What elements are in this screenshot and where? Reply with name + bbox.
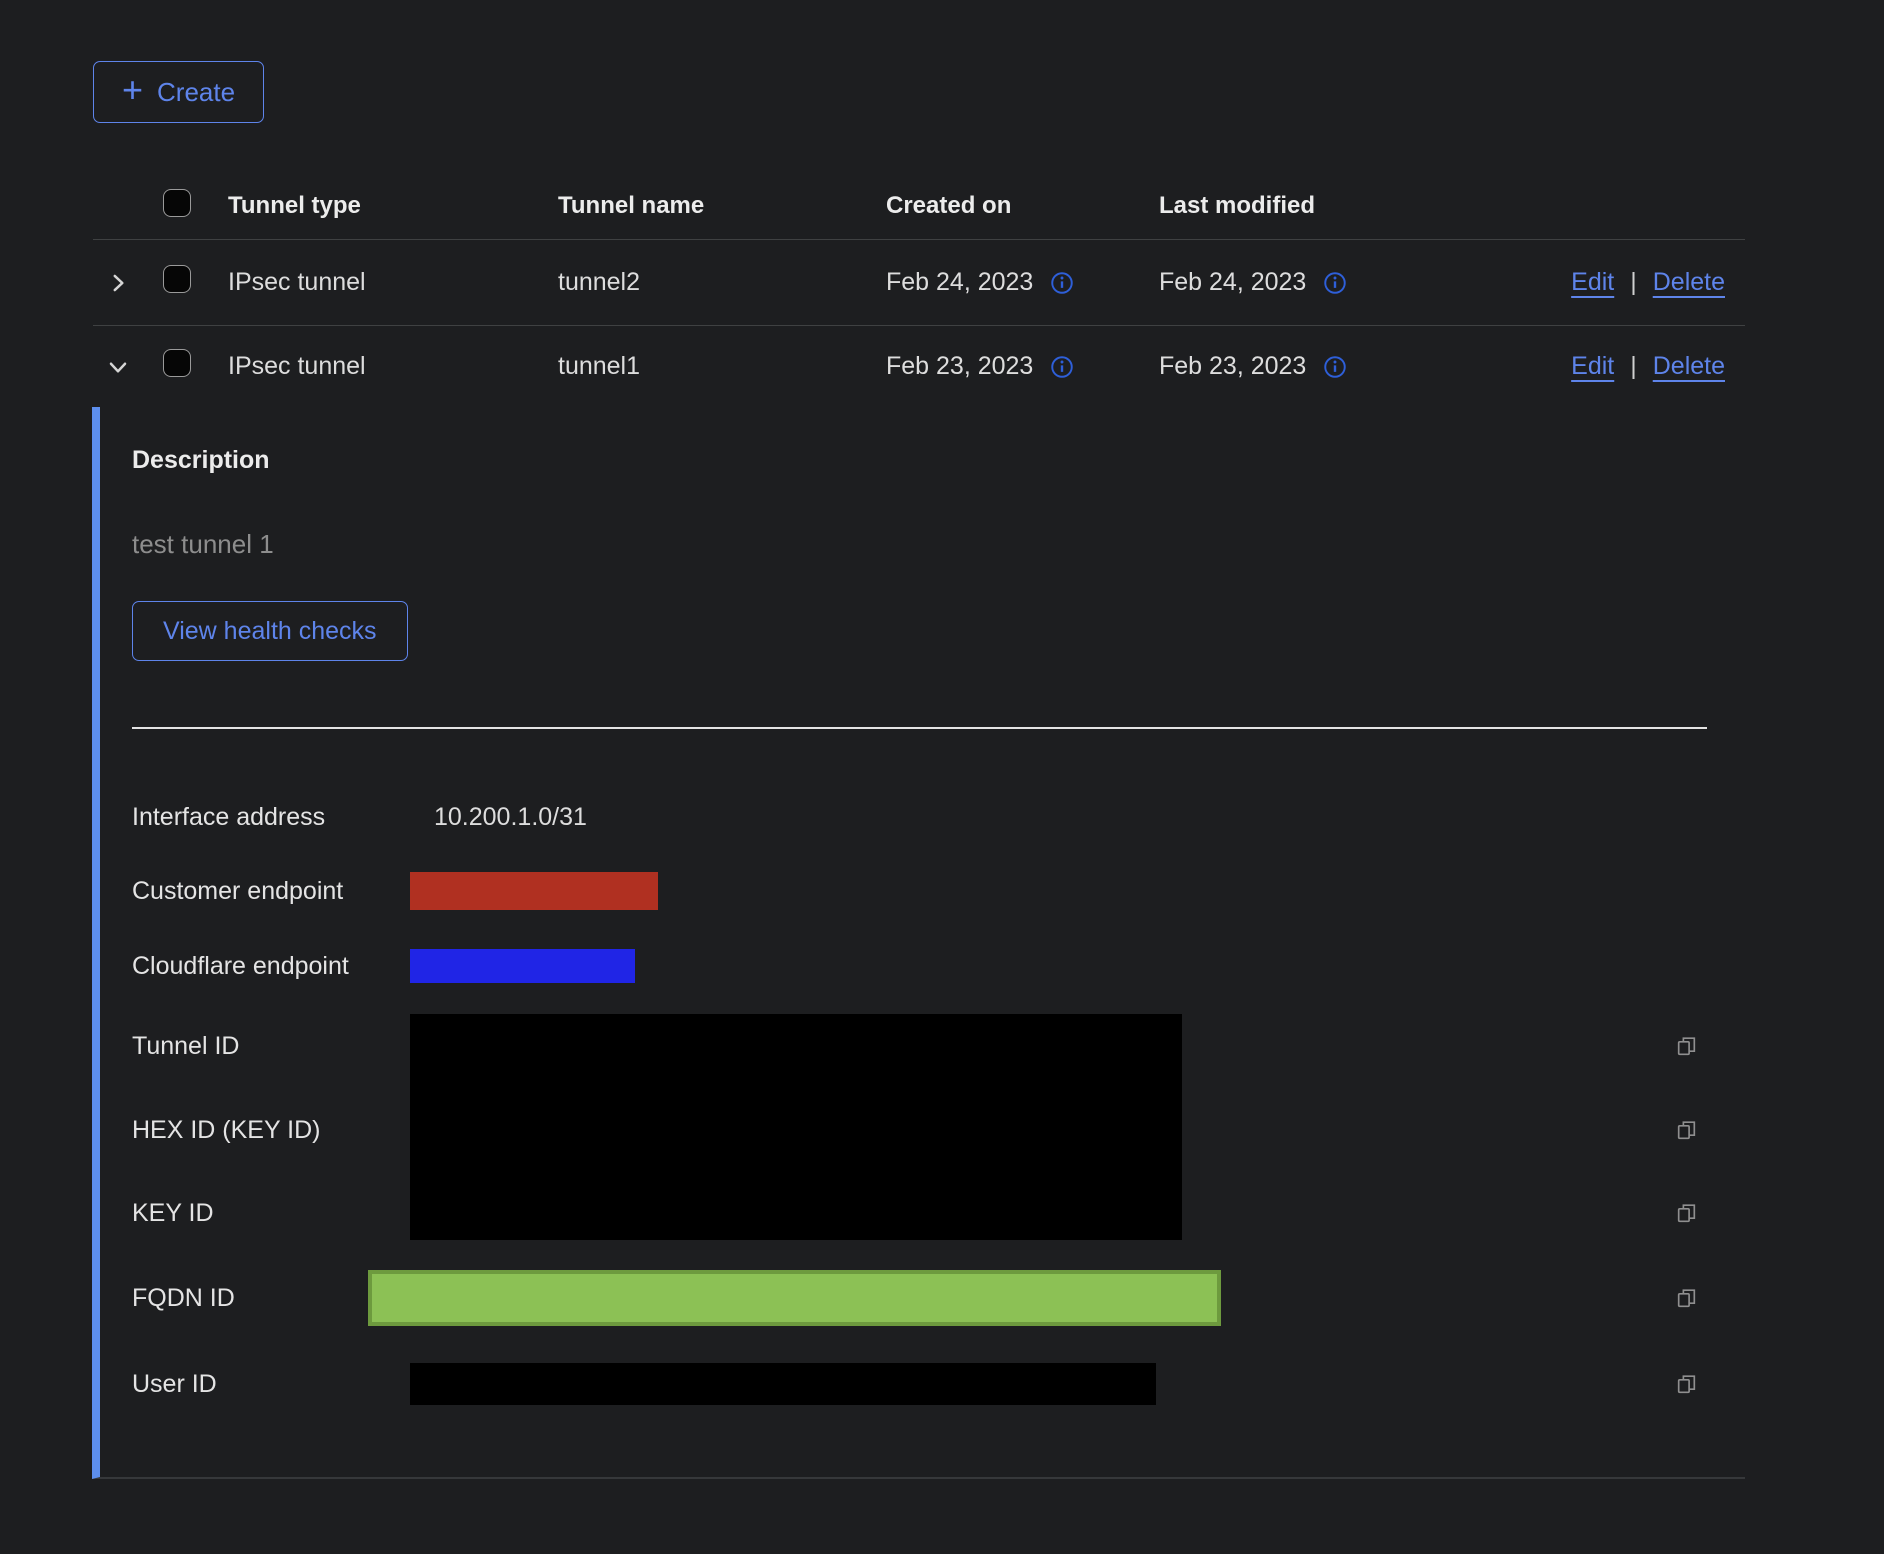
detail-row-customer-endpoint: Customer endpoint (132, 854, 1713, 928)
copy-icon (1674, 1118, 1699, 1143)
field-label: Cloudflare endpoint (132, 952, 410, 981)
created-on-cell: Feb 24, 2023 (886, 268, 1159, 297)
tunnel-name-cell: tunnel2 (558, 268, 886, 297)
create-button-label: Create (157, 77, 235, 108)
plus-icon: + (122, 72, 143, 108)
actions-separator: | (1630, 352, 1637, 381)
last-modified-value: Feb 24, 2023 (1159, 268, 1306, 297)
row-expand-cell (93, 354, 143, 380)
select-all-checkbox[interactable] (163, 189, 191, 217)
detail-row-cloudflare-endpoint: Cloudflare endpoint (132, 928, 1713, 1004)
row-actions: Edit | Delete (1571, 352, 1745, 381)
copy-icon (1674, 1372, 1699, 1397)
tunnel-detail-fields: Interface address 10.200.1.0/31 Customer… (132, 780, 1713, 1426)
copy-button[interactable] (1674, 1372, 1699, 1397)
field-value-cell (410, 872, 1713, 910)
created-on-value: Feb 23, 2023 (886, 352, 1033, 381)
detail-row-fqdn-id: FQDN ID (132, 1254, 1713, 1342)
field-label: Tunnel ID (132, 1032, 410, 1061)
tunnel-type-cell: IPsec tunnel (228, 268, 558, 297)
header-last-modified: Last modified (1159, 192, 1539, 220)
copy-button[interactable] (1674, 1201, 1699, 1226)
field-label: KEY ID (132, 1199, 410, 1228)
last-modified-value: Feb 23, 2023 (1159, 352, 1306, 381)
redacted-user-id-block (410, 1363, 1156, 1405)
table-row: IPsec tunnel tunnel1 Feb 23, 2023 Feb 23… (93, 326, 1745, 407)
redacted-tunnel-ids-block (410, 1014, 1182, 1240)
row-checkbox-cell (143, 265, 228, 300)
description-value: test tunnel 1 (132, 529, 1745, 559)
row-expand-cell (93, 270, 143, 296)
row-actions: Edit | Delete (1571, 268, 1745, 297)
row-checkbox-cell (143, 349, 228, 384)
delete-link[interactable]: Delete (1653, 268, 1725, 297)
created-on-value: Feb 24, 2023 (886, 268, 1033, 297)
edit-link[interactable]: Edit (1571, 268, 1614, 297)
field-value-cell: 10.200.1.0/31 (410, 803, 1713, 832)
edit-link[interactable]: Edit (1571, 352, 1614, 381)
table-header-row: Tunnel type Tunnel name Created on Last … (93, 173, 1745, 240)
redacted-cloudflare-endpoint-block (410, 949, 635, 983)
description-label: Description (132, 445, 1745, 475)
tunnel-details-panel: Description test tunnel 1 View health ch… (92, 407, 1745, 1479)
last-modified-cell: Feb 23, 2023 (1159, 352, 1539, 381)
field-label: HEX ID (KEY ID) (132, 1116, 410, 1145)
chevron-right-icon[interactable] (105, 270, 131, 296)
redacted-customer-endpoint-block (410, 872, 658, 910)
tunnels-table: Tunnel type Tunnel name Created on Last … (93, 173, 1745, 1479)
detail-row-interface-address: Interface address 10.200.1.0/31 (132, 780, 1713, 854)
header-tunnel-type: Tunnel type (228, 192, 558, 220)
chevron-down-icon[interactable] (105, 354, 131, 380)
info-icon[interactable] (1322, 270, 1348, 296)
create-button[interactable]: + Create (93, 61, 264, 123)
copy-icon (1674, 1286, 1699, 1311)
field-value-cell (410, 949, 1713, 983)
delete-link[interactable]: Delete (1653, 352, 1725, 381)
tunnel-type-cell: IPsec tunnel (228, 352, 558, 381)
header-checkbox-cell (143, 189, 228, 224)
field-value-cell (410, 1363, 1674, 1405)
copy-icon (1674, 1201, 1699, 1226)
info-icon[interactable] (1049, 270, 1075, 296)
table-row: IPsec tunnel tunnel2 Feb 24, 2023 Feb 24… (93, 240, 1745, 326)
interface-address-value: 10.200.1.0/31 (410, 803, 587, 832)
copy-icon (1674, 1034, 1699, 1059)
copy-button[interactable] (1674, 1034, 1699, 1059)
last-modified-cell: Feb 24, 2023 (1159, 268, 1539, 297)
panel-divider (132, 727, 1707, 729)
info-icon[interactable] (1322, 354, 1348, 380)
header-tunnel-name: Tunnel name (558, 192, 886, 220)
field-label: Interface address (132, 803, 410, 832)
tunnel-name-cell: tunnel1 (558, 352, 886, 381)
copy-button[interactable] (1674, 1118, 1699, 1143)
redacted-fqdn-id-block (368, 1270, 1221, 1326)
detail-row-user-id: User ID (132, 1342, 1713, 1426)
info-icon[interactable] (1049, 354, 1075, 380)
row-checkbox[interactable] (163, 349, 191, 377)
header-created-on: Created on (886, 192, 1159, 220)
copy-button[interactable] (1674, 1286, 1699, 1311)
row-checkbox[interactable] (163, 265, 191, 293)
field-value-cell (410, 1270, 1674, 1326)
field-label: Customer endpoint (132, 877, 410, 906)
field-label: User ID (132, 1370, 410, 1399)
view-health-checks-button[interactable]: View health checks (132, 601, 408, 661)
created-on-cell: Feb 23, 2023 (886, 352, 1159, 381)
actions-separator: | (1630, 268, 1637, 297)
